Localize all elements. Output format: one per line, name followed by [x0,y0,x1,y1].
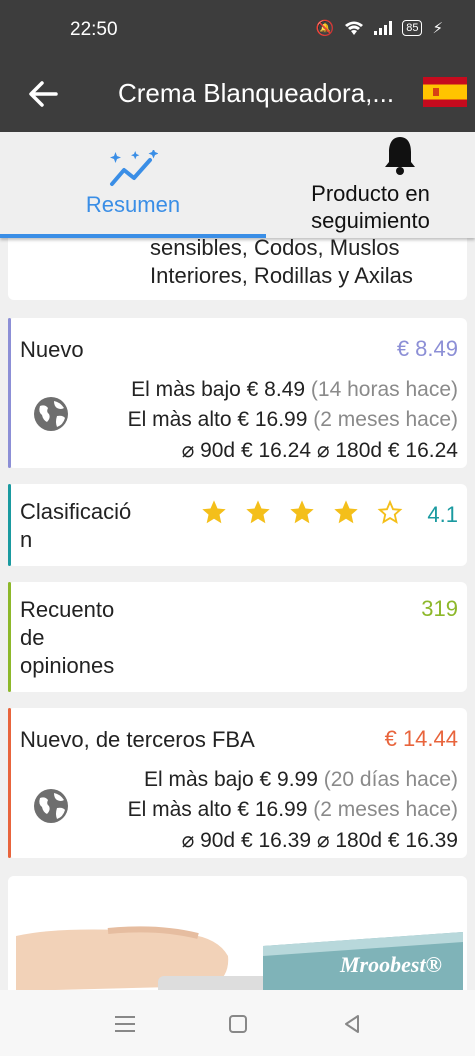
description-line-2: Interiores, Rodillas y Axilas [150,263,413,288]
highest-when: (2 meses hace) [313,408,458,431]
status-bar: 22:50 🔕 85 ⚡ [0,0,475,58]
tab-tracking[interactable]: Producto en seguimiento [266,132,475,238]
star-outline-icon [377,499,403,524]
avg90-label: ⌀ 90d [181,829,236,852]
star-filled-icon [202,500,226,524]
back-icon[interactable] [338,1010,366,1038]
description-card: sensibles, Codos, Muslos Interiores, Rod… [8,238,467,300]
spain-flag-icon[interactable] [423,77,467,107]
highest-label: El màs alto [127,408,232,431]
avg90-price: € 16.39 [240,829,312,852]
menu-icon[interactable] [111,1010,139,1038]
card-accent-bar [8,582,11,692]
card-accent-bar [8,708,11,858]
card-title: Nuevo [20,337,84,362]
product-brand: Mroobest® [339,952,442,977]
average-price-row: ⌀ 90d € 16.39 ⌀ 180d € 16.39 [182,828,458,853]
fba-price-card[interactable]: Nuevo, de terceros FBA € 14.44 El màs ba… [8,708,467,858]
star-rating [200,498,404,526]
highest-when: (2 meses hace) [313,798,458,821]
lowest-when: (14 horas hace) [310,378,458,401]
lowest-label: El màs bajo [143,768,254,791]
tab-summary[interactable]: Resumen [0,132,266,238]
lowest-price: € 9.99 [259,768,318,791]
rating-card[interactable]: Clasificación 4.1 [8,484,467,566]
tab-summary-label: Resumen [85,192,181,217]
avg90-price: € 16.24 [240,439,312,462]
lowest-price-row: El màs bajo € 8.49 (14 horas hace) [131,378,458,402]
mute-icon: 🔕 [315,20,335,37]
status-icons: 🔕 85 ⚡ [316,19,443,37]
product-image[interactable]: Mroobest® [8,876,467,990]
highest-price: € 16.99 [237,408,308,431]
review-count-value: 319 [421,596,458,621]
description-line-1: sensibles, Codos, Muslos [150,238,400,260]
average-price-row: ⌀ 90d € 16.24 ⌀ 180d € 16.24 [182,438,458,463]
product-photo: Mroobest® [8,876,467,990]
trending-icon [110,150,158,186]
star-filled-icon [246,500,270,524]
back-arrow-icon[interactable] [24,74,64,114]
avg180-label: ⌀ 180d [316,439,383,462]
status-time: 22:50 [70,19,118,40]
tab-active-indicator [0,234,266,238]
summary-content[interactable]: sensibles, Codos, Muslos Interiores, Rod… [0,238,475,990]
review-count-card[interactable]: Recuento de opiniones 319 [8,582,467,692]
highest-price-row: El màs alto € 16.99 (2 meses hace) [128,798,458,822]
avg180-price: € 16.39 [387,829,458,852]
avg180-label: ⌀ 180d [316,829,383,852]
tab-tracking-label: Producto en seguimiento [311,181,430,233]
system-nav-bar [0,990,475,1056]
new-price-value: € 8.49 [396,336,458,361]
lowest-price-row: El màs bajo € 9.99 (20 días hace) [144,768,458,792]
card-accent-bar [8,318,11,468]
fba-price-value: € 14.44 [384,726,458,751]
avg180-price: € 16.24 [387,439,458,462]
globe-icon[interactable] [33,788,69,824]
globe-icon[interactable] [33,396,69,432]
lowest-when: (20 días hace) [323,768,458,791]
battery-level: 85 [402,20,423,36]
rating-value: 4.1 [427,502,458,527]
star-filled-icon [290,500,314,524]
highest-price-row: El màs alto € 16.99 (2 meses hace) [128,408,458,432]
avg90-label: ⌀ 90d [181,439,236,462]
star-filled-icon [334,500,358,524]
product-title: Crema Blanqueadora,... [118,78,395,108]
highest-label: El màs alto [127,798,232,821]
app-bar: Crema Blanqueadora,... [0,58,475,132]
card-title: Nuevo, de terceros FBA [20,727,255,752]
lowest-label: El màs bajo [131,378,241,401]
new-price-card[interactable]: Nuevo € 8.49 El màs bajo € 8.49 (14 hora… [8,318,467,468]
card-accent-bar [8,484,11,566]
charging-icon: ⚡ [432,20,443,37]
highest-price: € 16.99 [237,798,308,821]
card-title: Recuento de opiniones [20,597,115,678]
bell-icon [385,137,415,175]
lowest-price: € 8.49 [246,378,306,401]
tab-bar: Resumen Producto en seguimiento [0,132,475,238]
signal-icon [374,21,393,35]
wifi-icon [345,21,364,35]
card-title: Clasificación [20,499,132,552]
home-icon[interactable] [224,1010,252,1038]
